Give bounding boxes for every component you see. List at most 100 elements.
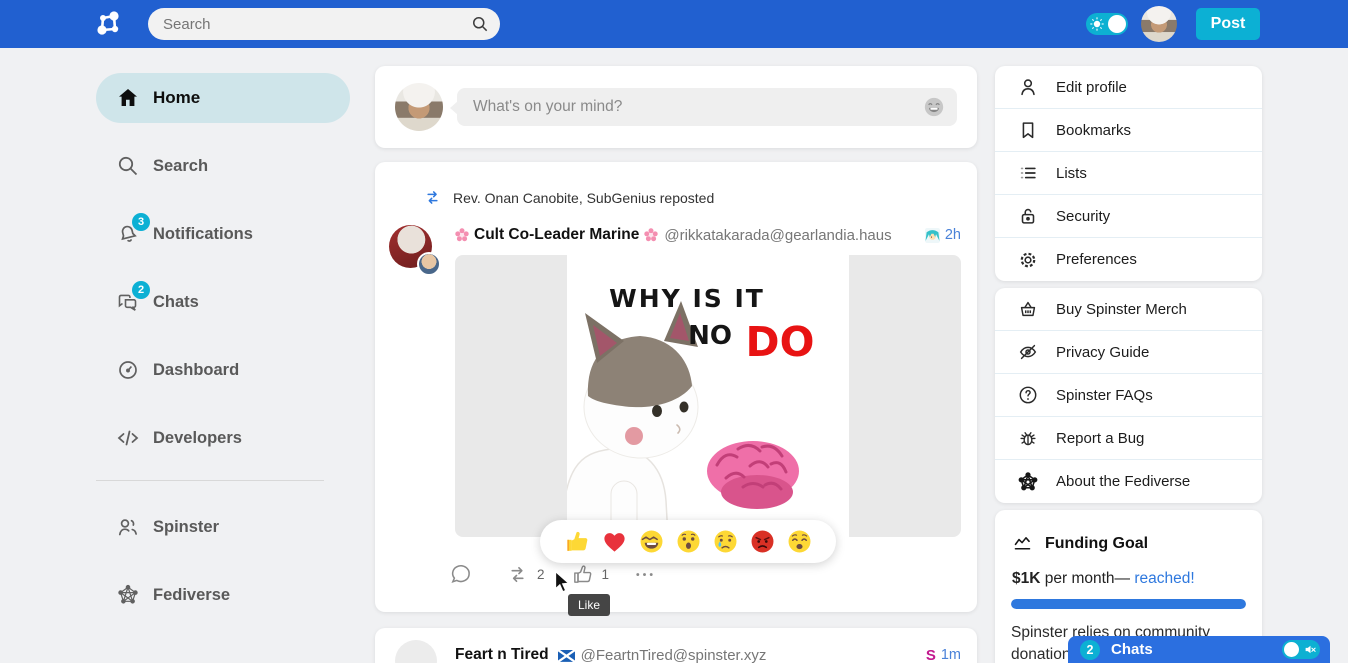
scotland-flag-emoji <box>558 649 575 661</box>
search-icon[interactable] <box>470 14 490 34</box>
search-input[interactable] <box>148 8 500 40</box>
compose-avatar[interactable] <box>395 83 443 131</box>
reaction-picker <box>540 520 836 563</box>
menu-item-preferences[interactable]: Preferences <box>995 238 1262 281</box>
info-menu-card: Buy Spinster Merch Privacy Guide Spinste… <box>995 288 1262 503</box>
reposter-avatar[interactable] <box>417 252 441 276</box>
repost-count: 2 <box>537 567 545 582</box>
funding-amount: $1K <box>1012 570 1040 587</box>
menu-item-privacy-guide[interactable]: Privacy Guide <box>995 331 1262 374</box>
post-image[interactable]: WHY IS IT NO DO <box>455 255 961 537</box>
chats-panel-bar[interactable]: 2 Chats <box>1068 636 1330 663</box>
list-icon <box>1017 162 1039 184</box>
menu-item-about-fediverse[interactable]: About the Fediverse <box>995 460 1262 503</box>
bell-icon: 3 <box>116 222 140 246</box>
sidebar-item-developers[interactable]: Developers <box>96 423 350 453</box>
miku-emoji-icon <box>925 228 940 243</box>
next-post-timestamp[interactable]: 1m <box>941 647 961 663</box>
basket-icon <box>1017 298 1039 320</box>
person-icon <box>1017 76 1039 98</box>
crying-emoji[interactable] <box>712 528 739 555</box>
bookmark-icon <box>1017 119 1039 141</box>
menu-item-bookmarks[interactable]: Bookmarks <box>995 109 1262 152</box>
sidebar-item-chats[interactable]: 2 Chats <box>96 287 350 317</box>
menu-item-faqs[interactable]: Spinster FAQs <box>995 374 1262 417</box>
compose-input[interactable] <box>457 88 957 126</box>
question-circle-icon <box>1017 384 1039 406</box>
sidebar-label-chats: Chats <box>153 293 199 312</box>
angry-emoji[interactable] <box>749 528 776 555</box>
account-avatar[interactable] <box>1141 6 1177 42</box>
next-post-author-name[interactable]: Feart n Tired <box>455 646 549 663</box>
like-tooltip: Like <box>568 594 610 616</box>
repost-note-text: Rev. Onan Canobite, SubGenius reposted <box>453 190 714 206</box>
chats-badge: 2 <box>132 281 150 299</box>
meme-image: WHY IS IT NO DO <box>567 255 849 537</box>
thumbs-up-emoji[interactable] <box>564 528 591 555</box>
menu-item-security[interactable]: Security <box>995 195 1262 238</box>
cherry-blossom-icon <box>644 228 658 242</box>
chats-sound-toggle[interactable] <box>1282 640 1320 659</box>
next-post-author-handle[interactable]: @FeartnTired@spinster.xyz <box>581 647 767 663</box>
heart-emoji[interactable] <box>601 528 628 555</box>
next-post-avatar[interactable] <box>395 640 437 663</box>
people-icon <box>116 515 140 539</box>
sidebar-label-notifications: Notifications <box>153 225 253 244</box>
theme-toggle[interactable] <box>1086 13 1128 35</box>
comment-button[interactable] <box>449 563 472 586</box>
home-icon <box>116 86 140 110</box>
eye-slash-icon <box>1017 341 1039 363</box>
funding-progress-bar <box>1011 599 1246 609</box>
bug-icon <box>1017 427 1039 449</box>
sidebar-item-fediverse[interactable]: Fediverse <box>96 580 350 610</box>
sun-icon <box>1089 16 1105 32</box>
comment-icon <box>449 563 472 586</box>
sidebar-item-dashboard[interactable]: Dashboard <box>96 355 350 385</box>
post-author-handle[interactable]: @rikkatakarada@gearlandia.haus <box>664 227 891 244</box>
menu-item-lists[interactable]: Lists <box>995 152 1262 195</box>
top-navbar: Post <box>0 0 1348 48</box>
repost-note: Rev. Onan Canobite, SubGenius reposted <box>423 188 714 207</box>
weary-emoji[interactable] <box>786 528 813 555</box>
menu-item-report-bug[interactable]: Report a Bug <box>995 417 1262 460</box>
menu-item-edit-profile[interactable]: Edit profile <box>995 66 1262 109</box>
compose-field <box>457 88 957 126</box>
like-button[interactable]: 1 <box>571 563 610 586</box>
sidebar-label-developers: Developers <box>153 429 242 448</box>
mouse-cursor <box>554 570 573 601</box>
repost-button[interactable]: 2 <box>506 563 545 586</box>
navbar-search <box>148 8 500 40</box>
chart-icon <box>1012 533 1033 554</box>
more-button[interactable] <box>633 563 656 586</box>
emoji-picker-icon[interactable] <box>923 96 945 118</box>
sidebar-label-fediverse: Fediverse <box>153 586 230 605</box>
chats-label: Chats <box>1111 641 1153 658</box>
chats-unread-badge: 2 <box>1080 640 1100 660</box>
surprised-emoji[interactable] <box>675 528 702 555</box>
repost-icon <box>423 188 442 207</box>
spinster-logo-icon[interactable] <box>95 10 123 38</box>
menu-item-merch[interactable]: Buy Spinster Merch <box>995 288 1262 331</box>
speaker-muted-icon <box>1304 643 1317 656</box>
sidebar-item-spinster[interactable]: Spinster <box>96 512 350 542</box>
ellipsis-icon <box>633 563 656 586</box>
repost-icon <box>506 563 529 586</box>
funding-status: $1K per month— reached! <box>1012 570 1195 588</box>
code-icon <box>116 426 140 450</box>
search-icon <box>116 154 140 178</box>
toggle-knob <box>1108 15 1126 33</box>
sidebar-item-home[interactable]: Home <box>96 73 350 123</box>
sidebar-item-notifications[interactable]: 3 Notifications <box>96 219 350 249</box>
lock-icon <box>1017 205 1039 227</box>
like-count: 1 <box>602 567 610 582</box>
meme-text-line2: NO <box>688 321 732 351</box>
post-author-name[interactable]: Cult Co-Leader Marine <box>474 226 639 244</box>
funding-reached-link[interactable]: reached! <box>1134 570 1194 587</box>
post-button[interactable]: Post <box>1196 8 1260 40</box>
cherry-blossom-icon <box>455 228 469 242</box>
laughing-emoji[interactable] <box>638 528 665 555</box>
sidebar-label-spinster: Spinster <box>153 518 219 537</box>
sidebar-item-search[interactable]: Search <box>96 151 350 181</box>
like-icon <box>571 563 594 586</box>
post-timestamp[interactable]: 2h <box>945 227 961 243</box>
